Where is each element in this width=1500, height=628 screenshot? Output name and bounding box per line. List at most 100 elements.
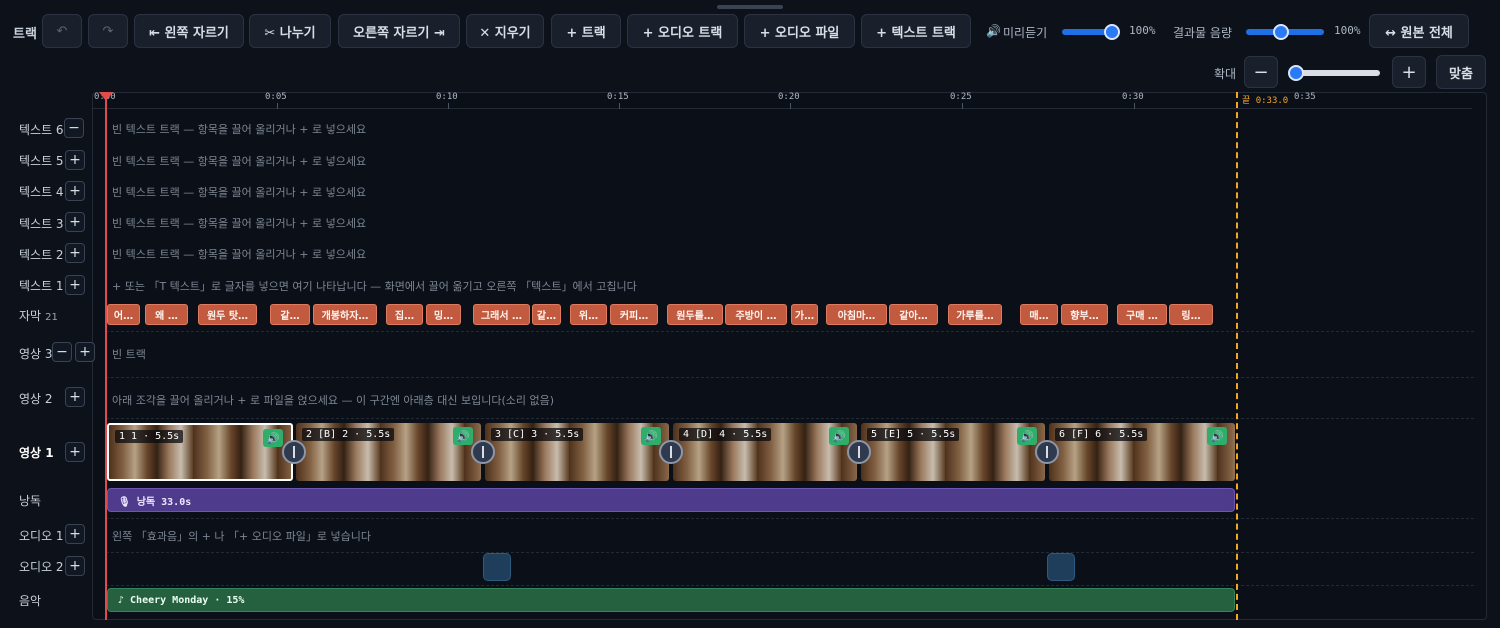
track-label-video1: 영상 1 xyxy=(19,446,54,460)
clip-audio-icon[interactable]: 🔊 xyxy=(1017,427,1037,445)
add-to-track-button[interactable]: + xyxy=(65,442,85,462)
add-to-track-button[interactable]: + xyxy=(65,181,85,201)
add-to-track-button[interactable]: + xyxy=(65,275,85,295)
fit-button[interactable]: 맞춤 xyxy=(1436,55,1486,89)
subtitle-clip[interactable]: 그래서 … xyxy=(473,304,530,325)
subtitle-clip[interactable]: 구매 … xyxy=(1117,304,1167,325)
transition-handle[interactable] xyxy=(659,440,683,464)
time-ruler[interactable]: 0:00 0:05 0:10 0:15 0:20 0:25 0:30 0:35 … xyxy=(92,92,1472,109)
remove-track-button[interactable]: − xyxy=(64,118,84,138)
narration-clip[interactable]: 🎙 낭독 33.0s xyxy=(107,488,1235,512)
remove-track-button[interactable]: − xyxy=(52,342,72,362)
add-to-track-button[interactable]: + xyxy=(65,387,85,407)
subtitle-clip[interactable]: 원두를… xyxy=(667,304,723,325)
subtitle-clip[interactable]: 왜 … xyxy=(145,304,188,325)
subtitle-clip[interactable]: 같아… xyxy=(889,304,938,325)
track-label-audio2: 오디오 2 xyxy=(19,560,64,574)
music-clip[interactable]: ♪ Cheery Monday · 15% xyxy=(107,588,1235,612)
clip-audio-icon[interactable]: 🔊 xyxy=(829,427,849,445)
preview-volume-value: 100% xyxy=(1129,24,1156,37)
add-audio-file-button[interactable]: + 오디오 파일 xyxy=(744,14,855,48)
video-clip[interactable]: 4 [D] 4 · 5.5s 🔊 xyxy=(673,423,857,481)
clip-label: 3 [C] 3 · 5.5s xyxy=(491,428,584,441)
subtitle-clip[interactable]: 매… xyxy=(1020,304,1058,325)
subtitle-clip[interactable]: 원두 탓… xyxy=(198,304,257,325)
subtitle-clip[interactable]: 같… xyxy=(532,304,561,325)
subtitles-count: 21 xyxy=(45,312,58,323)
clip-audio-icon[interactable]: 🔊 xyxy=(263,429,283,447)
empty-track-hint: 빈 텍스트 트랙 — 항목을 끌어 올리거나 + 로 넣으세요 xyxy=(112,217,367,230)
video-clip[interactable]: 1 1 · 5.5s 🔊 xyxy=(107,423,293,481)
ruler-tick: 0:05 xyxy=(265,92,287,102)
subtitle-clip[interactable]: 향부… xyxy=(1061,304,1108,325)
sound-effect-clip[interactable] xyxy=(483,553,511,581)
video-clip[interactable]: 5 [E] 5 · 5.5s 🔊 xyxy=(861,423,1045,481)
subtitle-clip[interactable]: 밍… xyxy=(426,304,461,325)
add-to-track-button[interactable]: + xyxy=(65,243,85,263)
video-clip[interactable]: 3 [C] 3 · 5.5s 🔊 xyxy=(485,423,669,481)
zoom-label: 확대 xyxy=(1214,67,1237,81)
clip-audio-icon[interactable]: 🔊 xyxy=(1207,427,1227,445)
speaker-icon: 🔊 xyxy=(986,24,1001,38)
undo-button[interactable]: ↶ xyxy=(42,14,82,48)
output-volume-knob[interactable] xyxy=(1273,24,1289,40)
subtitle-clip[interactable]: 아침마… xyxy=(826,304,887,325)
subtitle-clip[interactable]: 어… xyxy=(107,304,140,325)
trim-right-button[interactable]: 오른쪽 자르기 ⇥ xyxy=(338,14,460,48)
empty-track-hint: 빈 텍스트 트랙 — 항목을 끌어 올리거나 + 로 넣으세요 xyxy=(112,248,367,261)
add-to-track-button[interactable]: + xyxy=(65,556,85,576)
add-audio-track-button[interactable]: + 오디오 트랙 xyxy=(627,14,738,48)
transition-handle[interactable] xyxy=(847,440,871,464)
transition-handle[interactable] xyxy=(1035,440,1059,464)
subtitle-clip[interactable]: 링… xyxy=(1169,304,1213,325)
text1-track-hint: + 또는 「T 텍스트」로 글자를 넣으면 여기 나타납니다 — 화면에서 끌어… xyxy=(112,280,637,293)
playhead-handle[interactable] xyxy=(99,92,113,101)
ruler-tick: 0:35 xyxy=(1294,92,1316,102)
zoom-in-button[interactable]: + xyxy=(1392,56,1426,88)
subtitle-clip[interactable]: 커피… xyxy=(610,304,658,325)
preview-volume-knob[interactable] xyxy=(1104,24,1120,40)
track-label-narration: 낭독 xyxy=(19,494,42,508)
video-clip[interactable]: 2 [B] 2 · 5.5s 🔊 xyxy=(296,423,481,481)
subtitle-clip[interactable]: 같… xyxy=(270,304,310,325)
subtitle-clip[interactable]: 개봉하자… xyxy=(313,304,377,325)
split-button[interactable]: ✂ 나누기 xyxy=(249,14,331,48)
output-volume-label: 결과물 음량 xyxy=(1173,26,1233,40)
clip-label: 4 [D] 4 · 5.5s xyxy=(679,428,772,441)
subtitle-clip[interactable]: 위… xyxy=(570,304,607,325)
subtitle-clip[interactable]: 주방이 … xyxy=(725,304,787,325)
add-text-track-button[interactable]: + 텍스트 트랙 xyxy=(861,14,971,48)
transition-handle[interactable] xyxy=(282,440,306,464)
clip-audio-icon[interactable]: 🔊 xyxy=(453,427,473,445)
panel-resize-grip[interactable] xyxy=(717,5,783,9)
subtitle-clip[interactable]: 가… xyxy=(791,304,818,325)
clip-audio-icon[interactable]: 🔊 xyxy=(641,427,661,445)
add-track-button[interactable]: + 트랙 xyxy=(551,14,621,48)
add-to-track-button[interactable]: + xyxy=(65,212,85,232)
track-label-text3: 텍스트 3 xyxy=(19,217,64,231)
playhead[interactable] xyxy=(105,95,107,620)
end-marker xyxy=(1236,92,1238,620)
redo-button[interactable]: ↷ xyxy=(88,14,128,48)
output-volume-slider[interactable] xyxy=(1246,24,1324,40)
preview-volume-slider[interactable] xyxy=(1062,24,1120,40)
full-original-button[interactable]: ↔ 원본 전체 xyxy=(1369,14,1469,48)
empty-track-hint: 빈 텍스트 트랙 — 항목을 끌어 올리거나 + 로 넣으세요 xyxy=(112,186,367,199)
subtitle-clip[interactable]: 집… xyxy=(386,304,423,325)
add-to-track-button[interactable]: + xyxy=(75,342,95,362)
subtitle-clip[interactable]: 가루를… xyxy=(948,304,1002,325)
end-time-label: 끝 0:33.0 xyxy=(1242,96,1289,106)
track-label-text2: 텍스트 2 xyxy=(19,248,64,262)
video-clip[interactable]: 6 [F] 6 · 5.5s 🔊 xyxy=(1049,423,1235,481)
ruler-tick: 0:10 xyxy=(436,92,458,102)
zoom-knob[interactable] xyxy=(1288,65,1304,81)
sound-effect-clip[interactable] xyxy=(1047,553,1075,581)
add-to-track-button[interactable]: + xyxy=(65,150,85,170)
undo-icon: ↶ xyxy=(56,23,68,39)
zoom-out-button[interactable]: − xyxy=(1244,56,1278,88)
transition-handle[interactable] xyxy=(471,440,495,464)
zoom-slider[interactable] xyxy=(1288,65,1380,81)
trim-left-button[interactable]: ⇤ 왼쪽 자르기 xyxy=(134,14,244,48)
add-to-track-button[interactable]: + xyxy=(65,524,85,544)
delete-button[interactable]: ✕ 지우기 xyxy=(466,14,544,48)
